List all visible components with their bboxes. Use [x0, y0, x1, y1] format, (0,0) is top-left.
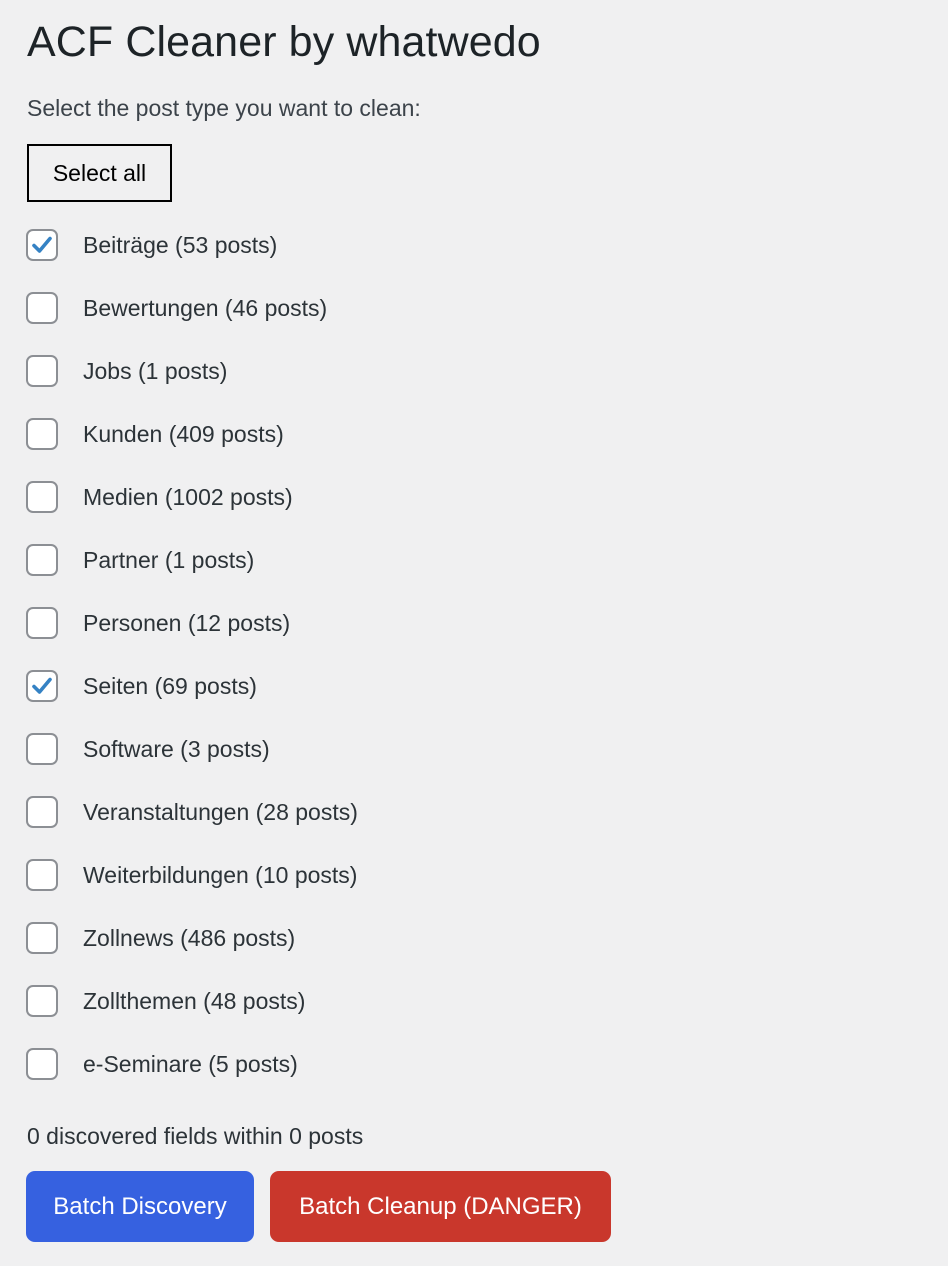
discovery-status: 0 discovered fields within 0 posts: [27, 1123, 364, 1149]
checkbox-unchecked[interactable]: [26, 544, 58, 576]
post-type-label: Kunden (409 posts): [83, 421, 284, 447]
checkbox-unchecked[interactable]: [26, 1048, 58, 1080]
checkbox-unchecked[interactable]: [26, 607, 58, 639]
checkbox-unchecked[interactable]: [26, 985, 58, 1017]
checkmark-icon: [32, 236, 52, 253]
post-type-label: Beiträge (53 posts): [83, 232, 278, 258]
checkbox-unchecked[interactable]: [26, 922, 58, 954]
page-title: ACF Cleaner by whatwedo: [27, 18, 541, 66]
batch-discovery-button[interactable]: Batch Discovery: [26, 1171, 254, 1242]
post-type-label: Zollthemen (48 posts): [83, 988, 306, 1014]
post-type-label: Seiten (69 posts): [83, 673, 257, 699]
checkbox-unchecked[interactable]: [26, 355, 58, 387]
checkbox-unchecked[interactable]: [26, 796, 58, 828]
post-type-label: Medien (1002 posts): [83, 484, 293, 510]
post-type-label: Zollnews (486 posts): [83, 925, 296, 951]
instruction-text: Select the post type you want to clean:: [27, 95, 421, 121]
checkbox-unchecked[interactable]: [26, 733, 58, 765]
post-type-label: Jobs (1 posts): [83, 358, 228, 384]
post-type-label: Weiterbildungen (10 posts): [83, 862, 358, 888]
checkbox-unchecked[interactable]: [26, 481, 58, 513]
checkbox-unchecked[interactable]: [26, 418, 58, 450]
post-type-label: Partner (1 posts): [83, 547, 255, 573]
checkbox-checked[interactable]: [26, 229, 58, 261]
batch-cleanup-button[interactable]: Batch Cleanup (DANGER): [270, 1171, 611, 1242]
post-type-label: Veranstaltungen (28 posts): [83, 799, 358, 825]
post-type-label: Personen (12 posts): [83, 610, 291, 636]
post-type-label: Software (3 posts): [83, 736, 270, 762]
post-type-label: e-Seminare (5 posts): [83, 1051, 298, 1077]
checkmark-icon: [32, 677, 52, 694]
checkbox-unchecked[interactable]: [26, 292, 58, 324]
select-all-button[interactable]: Select all: [27, 144, 172, 202]
post-type-label: Bewertungen (46 posts): [83, 295, 328, 321]
checkbox-unchecked[interactable]: [26, 859, 58, 891]
checkbox-checked[interactable]: [26, 670, 58, 702]
